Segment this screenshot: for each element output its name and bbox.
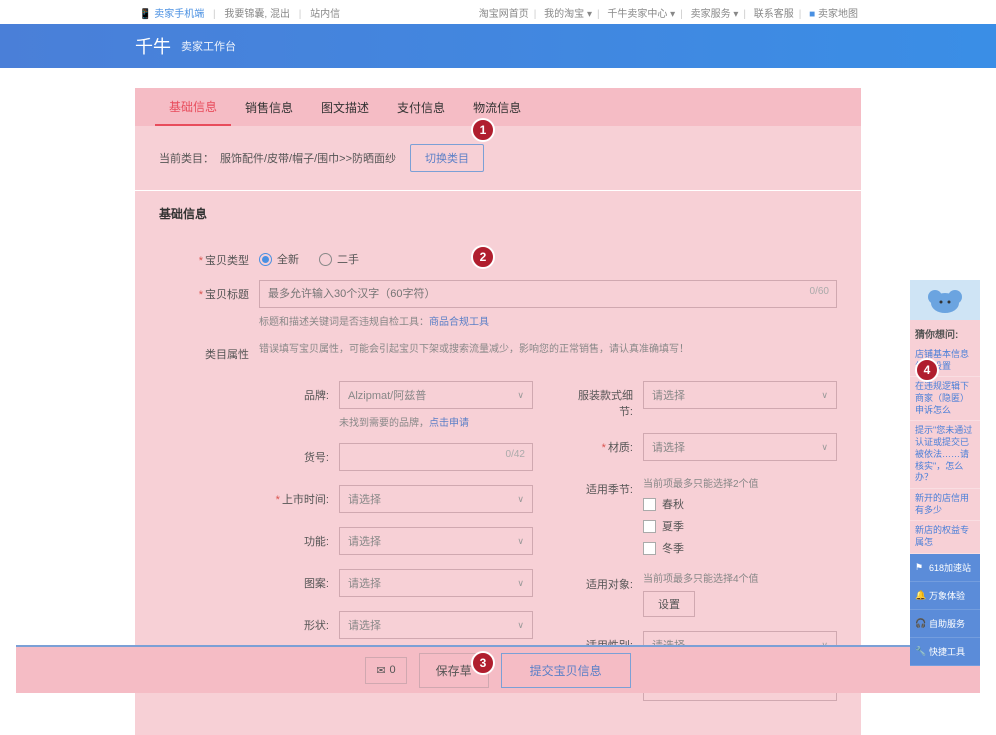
tab-payment-info[interactable]: 支付信息 [383,88,459,126]
shape-select[interactable]: 请选择∨ [339,611,533,639]
function-select[interactable]: 请选择∨ [339,527,533,555]
basic-info-section-title: 基础信息 [135,190,861,236]
annotation-badge-4: 4 [915,358,939,382]
seller-map-link[interactable]: ■ 卖家地图 [809,9,858,20]
radio-new[interactable]: 全新 [259,251,299,267]
category-bar: 当前类目： 服饰配件/皮带/帽子/围巾>>防晒面纱 切换类目 [135,126,861,190]
brand-label: 品牌: [269,381,339,403]
faq-item[interactable]: 新开的店信用有多少 [910,489,980,521]
qianniu-logo: 千牛 [135,33,171,59]
item-type-label: 宝贝类型 [205,255,249,267]
market-time-select[interactable]: 请选择∨ [339,485,533,513]
faq-item[interactable]: 新店的权益专属怎 [910,521,980,553]
brand-select[interactable]: Alzipmat/阿兹普∨ [339,381,533,409]
action-bar: ✉0 保存草 提交宝贝信息 [16,645,980,693]
faq-heading: 猜你想问: [910,320,980,345]
season-summer-checkbox[interactable]: 夏季 [643,518,837,534]
chevron-down-icon: ∨ [517,536,524,547]
pattern-label: 图案: [269,569,339,591]
season-limit-note: 当前项最多只能选择2个值 [643,475,837,490]
category-label: 当前类目： [159,150,214,166]
seller-service-link[interactable]: 卖家服务 ▾ [691,9,739,20]
contact-support-link[interactable]: 联系客服 [754,9,794,20]
tool-self-service[interactable]: 🎧自助服务 [910,610,980,638]
attrs-warning-text: 错误填写宝贝属性，可能会引起宝贝下架或搜索流量减少，影响您的正常销售，请认真准确… [259,340,837,355]
headset-icon: 🎧 [915,618,925,628]
style-detail-label: 服装款式细节: [573,381,643,419]
sku-char-count: 0/42 [506,449,525,460]
flag-icon: ⚑ [915,562,925,572]
tab-sales-info[interactable]: 销售信息 [231,88,307,126]
category-path: 服饰配件/皮带/帽子/围巾>>防晒面纱 [220,150,396,166]
market-time-label: 上市时间: [282,494,329,506]
compliance-tool-link[interactable]: 商品合规工具 [429,317,489,328]
category-attrs-label: 类目属性 [205,349,249,361]
item-title-input[interactable] [259,280,837,308]
apply-brand-link[interactable]: 点击申请 [429,418,469,429]
season-winter-checkbox[interactable]: 冬季 [643,540,837,556]
inbox-link[interactable]: 站内信 [310,9,340,20]
sku-label: 货号: [269,443,339,465]
chevron-down-icon: ∨ [517,578,524,589]
tab-logistics-info[interactable]: 物流信息 [459,88,535,126]
chevron-down-icon: ∨ [517,494,524,505]
seller-center-link[interactable]: 千牛卖家中心 ▾ [607,9,675,20]
faq-item[interactable]: 提示"您未通过认证或提交已被依法……请核实"，怎么办？ [910,421,980,488]
chevron-down-icon: ∨ [517,620,524,631]
annotation-badge-2: 2 [471,245,495,269]
message-button[interactable]: ✉0 [365,657,406,684]
chevron-down-icon: ∨ [517,390,524,401]
shape-label: 形状: [269,611,339,633]
tab-image-desc[interactable]: 图文描述 [307,88,383,126]
help-sidebar: 猜你想问: 店铺基本信息怎么设置 在违规逻辑下商家（隐匿）申诉怎么 提示"您未通… [910,280,980,666]
annotation-badge-3: 3 [471,651,495,675]
pattern-select[interactable]: 请选择∨ [339,569,533,597]
switch-category-button[interactable]: 切换类目 [410,144,484,172]
season-spring-autumn-checkbox[interactable]: 春秋 [643,496,837,512]
chevron-down-icon: ∨ [821,390,828,401]
recruit-link[interactable]: 我要锦囊, 混出 [224,9,290,20]
season-label: 适用季节: [573,475,643,497]
chevron-down-icon: ∨ [821,442,828,453]
my-taobao-link[interactable]: 我的淘宝 ▾ [544,9,592,20]
material-select[interactable]: 请选择∨ [643,433,837,461]
radio-used[interactable]: 二手 [319,251,359,267]
target-set-button[interactable]: 设置 [643,591,695,617]
top-navigation: 📱 卖家手机端 | 我要锦囊, 混出 | 站内信 淘宝网首页| 我的淘宝 ▾| … [0,0,996,24]
mail-icon: ✉ [376,664,385,677]
submit-item-button[interactable]: 提交宝贝信息 [501,653,631,688]
faq-item[interactable]: 在违规逻辑下商家（隐匿）申诉怎么 [910,377,980,421]
workbench-title: 卖家工作台 [181,38,236,54]
mascot-image [910,280,980,320]
tab-basic-info[interactable]: 基础信息 [155,88,231,126]
item-title-label: 宝贝标题 [205,289,249,301]
taobao-home-link[interactable]: 淘宝网首页 [479,9,529,20]
tool-wanxiang[interactable]: 🔔万象体验 [910,582,980,610]
wrench-icon: 🔧 [915,646,925,656]
tool-618[interactable]: ⚑618加速站 [910,554,980,582]
style-detail-select[interactable]: 请选择∨ [643,381,837,409]
sku-input[interactable] [339,443,533,471]
annotation-badge-1: 1 [471,118,495,142]
material-label: 材质: [608,442,633,454]
bell-icon: 🔔 [915,590,925,600]
target-limit-note: 当前项最多只能选择4个值 [643,570,837,585]
section-tabs: 基础信息 销售信息 图文描述 支付信息 物流信息 [135,88,861,126]
seller-mobile-link[interactable]: 📱 卖家手机端 [139,9,204,20]
header-bar: 千牛 卖家工作台 [0,24,996,68]
target-label: 适用对象: [573,570,643,592]
title-char-count: 0/60 [810,286,829,297]
tool-quick-tools[interactable]: 🔧快捷工具 [910,638,980,666]
function-label: 功能: [269,527,339,549]
